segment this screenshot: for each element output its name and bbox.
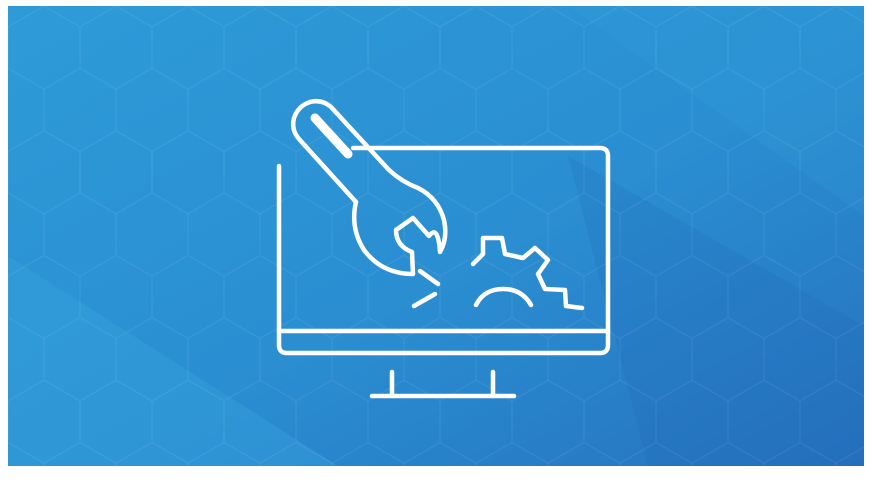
banner-graphic — [8, 6, 864, 466]
maintenance-banner — [8, 6, 864, 466]
image-frame — [0, 0, 870, 493]
